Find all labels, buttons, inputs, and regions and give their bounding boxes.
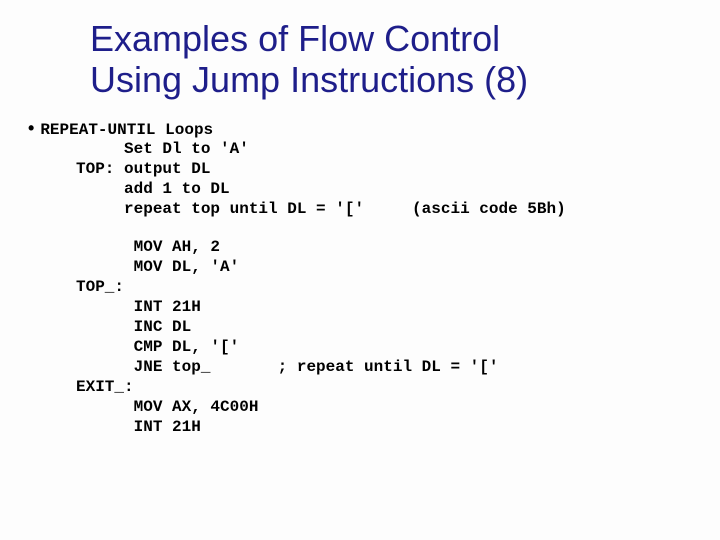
asm-l7: JNE top_ ; repeat until DL = '[' — [76, 358, 498, 376]
asm-l8: EXIT_: — [76, 378, 134, 396]
slide: { "title_line1": "Examples of Flow Contr… — [0, 0, 720, 540]
asm-l4: INT 21H — [76, 298, 201, 316]
bullet-heading: REPEAT-UNTIL Loops — [40, 121, 213, 139]
asm-l3: TOP_: — [76, 278, 124, 296]
slide-body: • REPEAT-UNTIL Loops Set Dl to 'A' TOP: … — [0, 119, 720, 437]
bullet-heading-line: • REPEAT-UNTIL Loops — [28, 119, 700, 139]
asm-l2: MOV DL, 'A' — [76, 258, 239, 276]
pseudo-l4: repeat top until DL = '[' (ascii code 5B… — [76, 200, 566, 218]
asm-l10: INT 21H — [76, 418, 201, 436]
pseudo-l1: Set Dl to 'A' — [76, 140, 249, 158]
asm-l5: INC DL — [76, 318, 191, 336]
bullet-icon: • — [28, 119, 40, 137]
slide-title: Examples of Flow Control Using Jump Inst… — [0, 0, 720, 119]
asm-l1: MOV AH, 2 — [76, 238, 220, 256]
title-line-2: Using Jump Instructions (8) — [90, 59, 660, 100]
pseudo-l3: add 1 to DL — [76, 180, 230, 198]
asm-l9: MOV AX, 4C00H — [76, 398, 258, 416]
assembly-block: MOV AH, 2 MOV DL, 'A' TOP_: INT 21H INC … — [28, 237, 700, 437]
pseudo-l2: TOP: output DL — [76, 160, 210, 178]
title-line-1: Examples of Flow Control — [90, 18, 660, 59]
asm-l6: CMP DL, '[' — [76, 338, 239, 356]
pseudocode-block: Set Dl to 'A' TOP: output DL add 1 to DL… — [28, 139, 700, 219]
